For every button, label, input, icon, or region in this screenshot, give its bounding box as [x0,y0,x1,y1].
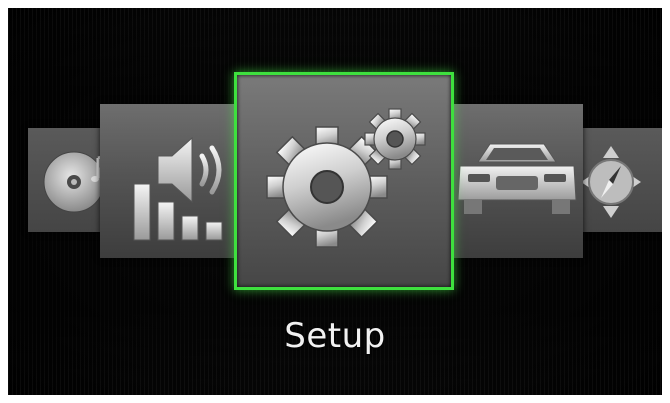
gears-icon [266,108,426,248]
menu-tile-navigation[interactable] [575,128,662,232]
menu-tile-vehicle[interactable] [438,104,583,258]
speaker-volume-icon [133,136,223,241]
compass-icon [581,146,641,218]
menu-tile-audio[interactable] [100,104,250,258]
car-icon [457,143,577,214]
infotainment-screen: Setup [8,8,662,395]
menu-tile-setup-selected[interactable] [234,72,454,290]
selected-menu-label: Setup [284,316,386,356]
